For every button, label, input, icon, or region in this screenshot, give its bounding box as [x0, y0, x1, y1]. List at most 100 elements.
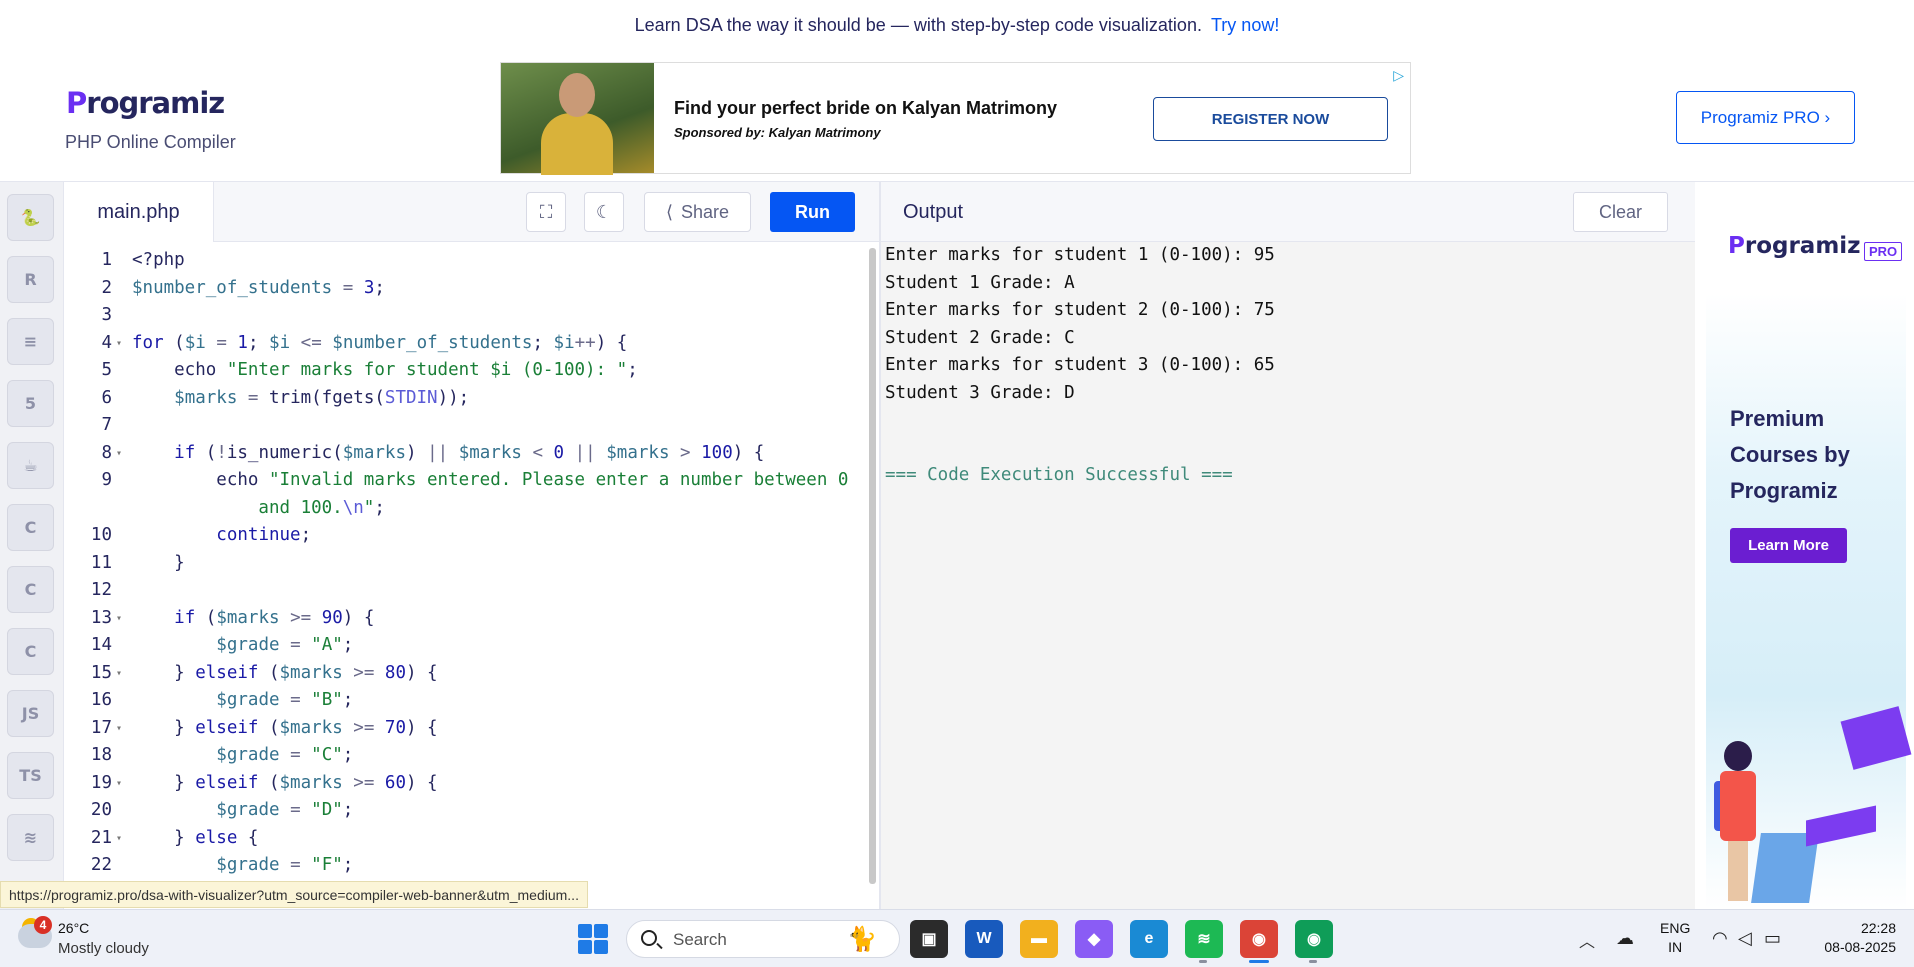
code-text: and 100.\n"; [132, 497, 385, 518]
code-editor[interactable]: 1 <?php 2 $number_of_students = 3; 3 4 ▾ for ($… [64, 242, 879, 909]
code-text: $marks = trim(fgets(STDIN)); [174, 387, 470, 408]
language-html-icon[interactable]: 5 [7, 380, 54, 427]
pro-badge: PRO [1864, 242, 1903, 261]
editor-scrollbar[interactable] [869, 248, 876, 884]
running-indicator [1199, 960, 1207, 963]
clock[interactable]: 22:28 08-08-2025 [1808, 919, 1896, 957]
show-hidden-icons-chevron-icon[interactable]: ︿ [1579, 928, 1595, 952]
running-indicator [1309, 960, 1317, 963]
share-icon: ⟨ [665, 201, 673, 222]
battery-icon[interactable]: ▭ [1764, 928, 1781, 949]
code-text: $number_of_students = 3; [132, 277, 385, 298]
fold-arrow-icon[interactable]: ▾ [116, 605, 122, 633]
programiz-pro-button[interactable]: Programiz PRO › [1676, 91, 1855, 144]
fold-arrow-icon[interactable]: ▾ [116, 440, 122, 468]
search-icon [641, 930, 657, 946]
line-number: 6 [101, 387, 112, 408]
site-header: Programiz PHP Online Compiler Find your … [0, 50, 1914, 182]
output-line: Student 2 Grade: C [885, 327, 1075, 348]
banner-ad[interactable]: Find your perfect bride on Kalyan Matrim… [500, 62, 1411, 175]
copilot-icon[interactable]: ◆ [1075, 920, 1113, 958]
line-number: 9 [101, 470, 112, 490]
code-text: } [132, 552, 185, 573]
search-label: Search [673, 930, 727, 949]
adchoices-icon[interactable]: ▷ [1393, 67, 1404, 84]
promo-banner[interactable]: Learn DSA the way it should be — with st… [0, 0, 1914, 50]
side-ad-logo: Programiz [1728, 233, 1861, 259]
fold-arrow-icon[interactable]: ▾ [116, 770, 122, 798]
language-indicator[interactable]: ENG IN [1660, 919, 1690, 957]
line-number: 18 [90, 745, 112, 765]
fold-arrow-icon[interactable]: ▾ [116, 825, 122, 853]
side-ad-text: Premium Courses by Programiz [1730, 406, 1850, 503]
try-now-link[interactable]: Try now! [1211, 15, 1279, 35]
taskbar-search[interactable]: Search 🐈 [626, 920, 900, 958]
weather-description: Mostly cloudy [58, 940, 149, 957]
ad-image [501, 63, 654, 175]
time: 22:28 [1860, 920, 1896, 936]
language-ts-icon[interactable]: TS [7, 752, 54, 799]
language-python-icon[interactable]: 🐍 [7, 194, 54, 241]
file-explorer-icon[interactable]: ▬ [1020, 920, 1058, 958]
fold-arrow-icon[interactable]: ▾ [116, 715, 122, 743]
programiz-logo[interactable]: Programiz [66, 86, 225, 120]
line-number: 22 [90, 855, 112, 875]
output-line: Student 1 Grade: A [885, 272, 1075, 293]
run-button[interactable]: Run [770, 192, 855, 232]
output-line: Enter marks for student 3 (0-100): 65 [885, 355, 1275, 375]
code-text: } elseif ($marks >= 70) { [132, 717, 438, 738]
line-number: 5 [101, 360, 112, 380]
date: 08-08-2025 [1824, 939, 1896, 955]
edge-icon[interactable]: e [1130, 920, 1168, 958]
code-text: echo "Enter marks for student $i (0-100)… [132, 360, 638, 380]
chrome-icon[interactable]: ◉ [1240, 920, 1278, 958]
side-ad[interactable]: Programiz PRO Premium Courses by Program… [1706, 193, 1912, 909]
code-text: $grade = "C"; [216, 745, 354, 765]
language-js-icon[interactable]: JS [7, 690, 54, 737]
share-button[interactable]: ⟨ Share [644, 192, 751, 232]
line-number: 10 [90, 525, 112, 545]
language-csharp-icon[interactable]: C [7, 628, 54, 675]
output-line: Enter marks for student 1 (0-100): 95 [885, 245, 1275, 265]
task-view-icon[interactable]: ▣ [910, 920, 948, 958]
notification-badge: 4 [34, 916, 52, 934]
wifi-icon[interactable]: ◠ [1712, 928, 1728, 949]
language-c-icon[interactable]: C [7, 504, 54, 551]
book-illustration [1806, 805, 1876, 847]
chrome-profile-icon[interactable]: ◉ [1295, 920, 1333, 958]
output-toolbar: Output Clear [881, 182, 1695, 242]
fold-arrow-icon[interactable]: ▾ [116, 330, 122, 358]
line-number: 7 [101, 415, 112, 435]
moon-icon: ☾ [595, 201, 613, 222]
start-button[interactable] [578, 924, 608, 954]
weather-temperature: 26°C [58, 920, 90, 936]
graduation-cap-illustration [1840, 706, 1912, 770]
language-r-icon[interactable]: R [7, 256, 54, 303]
code-text: } elseif ($marks >= 80) { [132, 662, 438, 683]
dark-mode-button[interactable]: ☾ [584, 192, 624, 232]
register-now-button[interactable]: REGISTER NOW [1153, 97, 1388, 141]
ad-sponsor: Sponsored by: Kalyan Matrimony [674, 125, 881, 140]
language-cpp-icon[interactable]: C [7, 566, 54, 613]
line-number: 15 [90, 662, 112, 683]
learn-more-button[interactable]: Learn More [1730, 528, 1847, 563]
output-console: Enter marks for student 1 (0-100): 95 Stu… [881, 242, 1695, 909]
spotify-icon[interactable]: ≋ [1185, 920, 1223, 958]
fullscreen-button[interactable]: ⛶ [526, 192, 566, 232]
volume-icon[interactable]: ◁ [1738, 928, 1752, 949]
code-text: $grade = "F"; [216, 855, 354, 875]
language-sql-icon[interactable]: ≡ [7, 318, 54, 365]
file-tab-main-php[interactable]: main.php [64, 182, 214, 242]
line-number: 17 [90, 717, 112, 738]
language-swift-icon[interactable]: ≋ [7, 814, 54, 861]
ad-title: Find your perfect bride on Kalyan Matrim… [674, 98, 1058, 118]
page-subtitle: PHP Online Compiler [65, 132, 236, 152]
onedrive-icon[interactable]: ☁ [1616, 928, 1634, 949]
language-java-icon[interactable]: ☕ [7, 442, 54, 489]
cat-icon: 🐈 [847, 926, 877, 953]
fold-arrow-icon[interactable]: ▾ [116, 660, 122, 688]
code-text: for ($i = 1; $i <= $number_of_students; … [132, 332, 628, 353]
clear-button[interactable]: Clear [1573, 192, 1668, 232]
status-bar-url: https://programiz.pro/dsa-with-visualize… [0, 881, 588, 908]
word-icon[interactable]: W [965, 920, 1003, 958]
